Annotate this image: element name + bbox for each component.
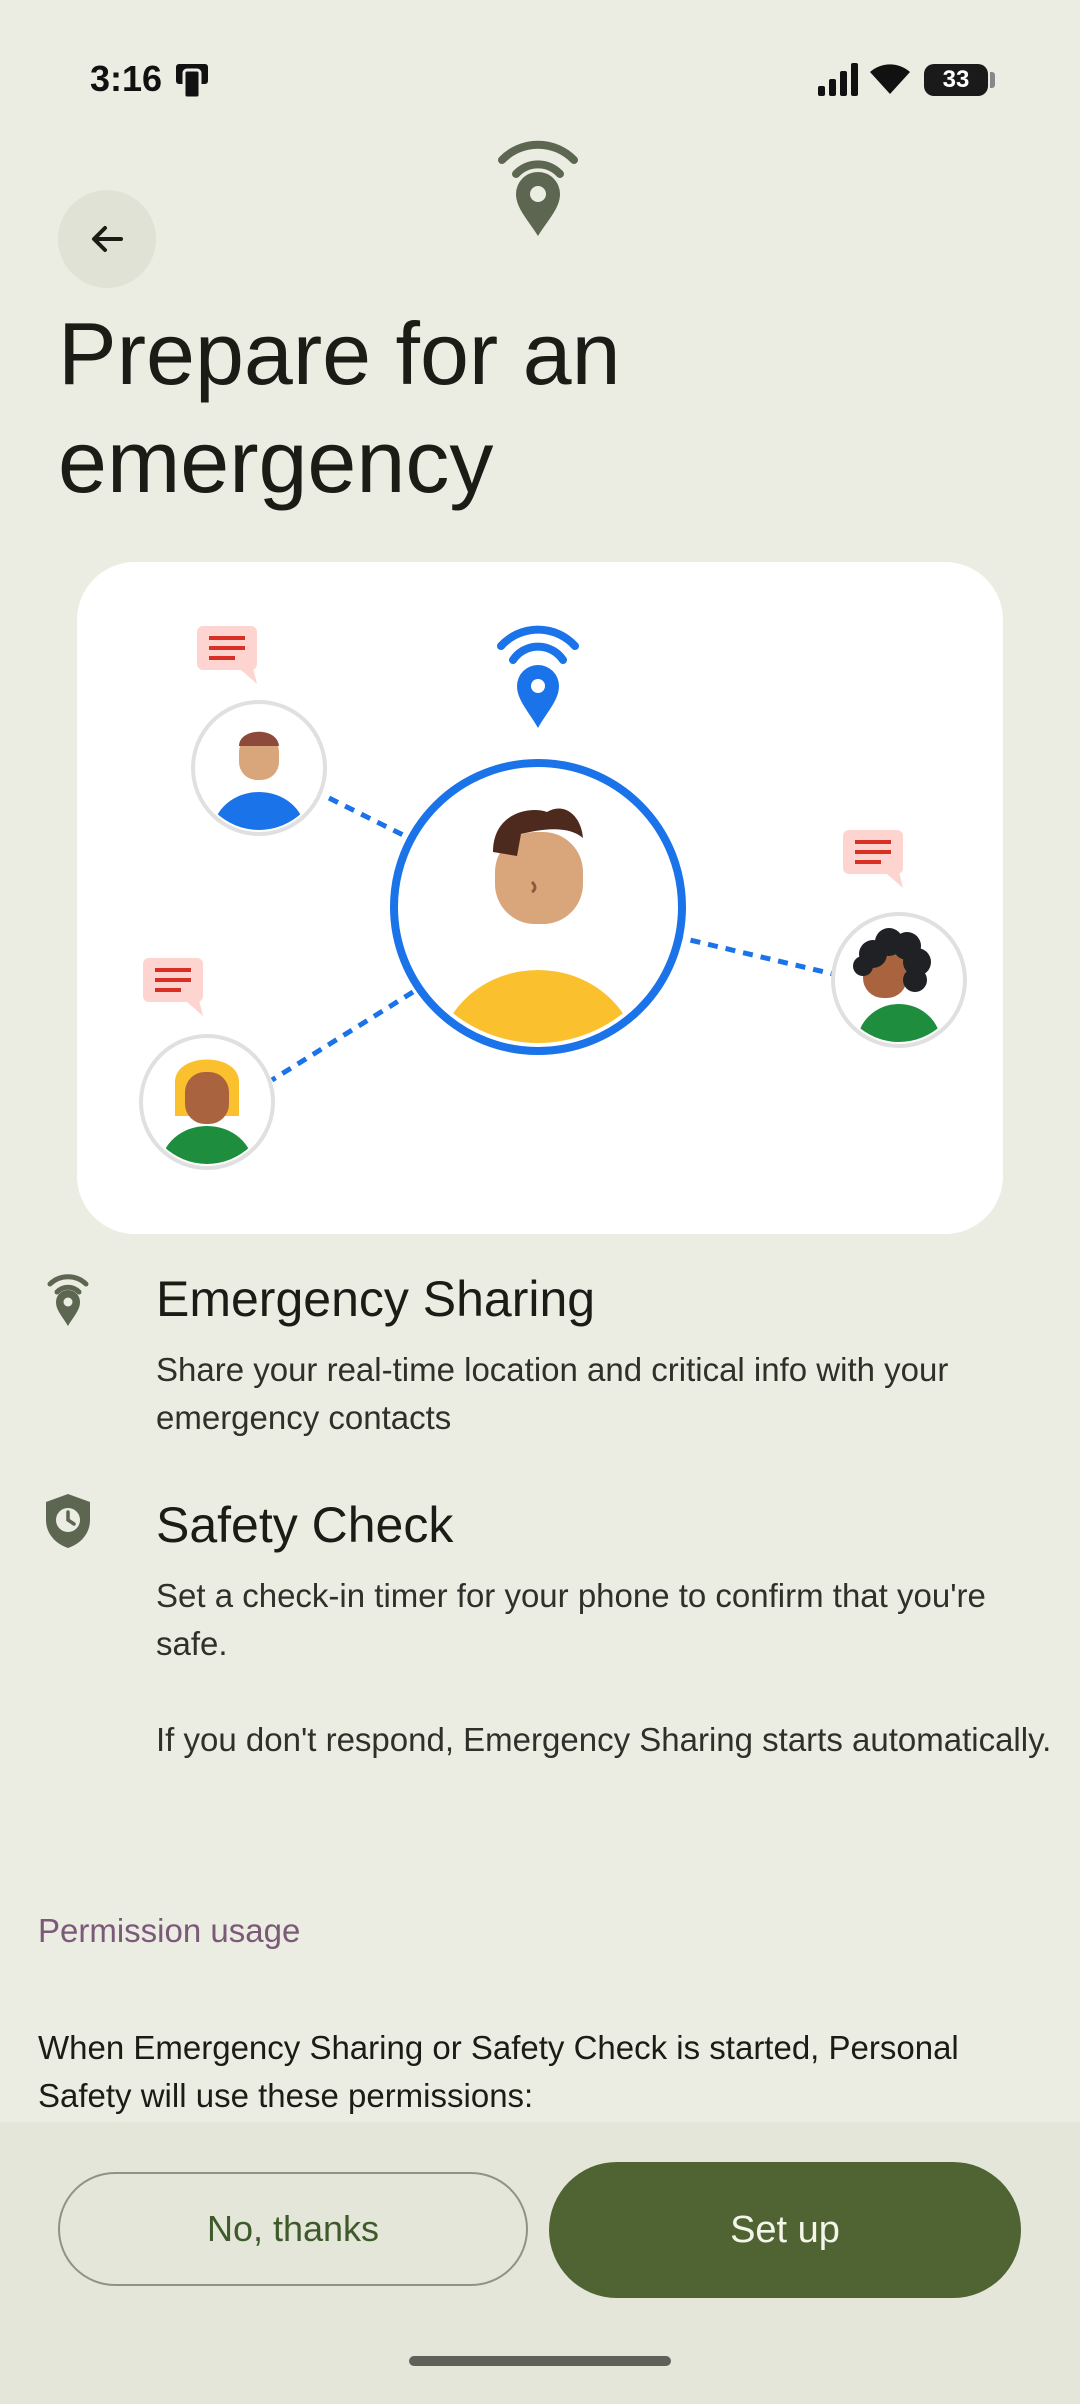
message-bubble-icon [197, 626, 257, 684]
arrow-back-icon [92, 226, 123, 252]
message-bubble-icon [843, 830, 903, 888]
permission-usage-text: When Emergency Sharing or Safety Check i… [38, 2029, 959, 2114]
location-broadcast-icon [498, 140, 578, 236]
main-user-avatar [390, 759, 686, 1055]
message-bubble-icon [143, 958, 203, 1016]
feature-description-secondary: If you don't respond, Emergency Sharing … [156, 1721, 1052, 1758]
home-indicator[interactable] [409, 2356, 671, 2366]
location-broadcast-icon [47, 1274, 89, 1326]
emergency-sharing-illustration [77, 562, 1003, 1234]
location-pin-icon [497, 625, 579, 728]
feature-description: Set a check-in timer for your phone to c… [156, 1577, 986, 1662]
contacts-network-graphic [139, 625, 967, 1170]
feature-title: Safety Check [156, 1497, 454, 1553]
contact-avatar [831, 912, 967, 1048]
no-thanks-button[interactable]: No, thanks [58, 2172, 528, 2286]
contact-avatar [139, 1034, 275, 1170]
cellular-signal-icon [818, 63, 858, 96]
feature-description: Share your real-time location and critic… [156, 1351, 949, 1436]
battery-tip [990, 72, 995, 88]
back-button[interactable] [58, 190, 156, 288]
device-notification-icon [176, 64, 208, 100]
page-title: Prepare for an emergency [58, 304, 621, 511]
contact-avatar [191, 700, 327, 836]
wifi-icon [870, 64, 910, 94]
battery-level: 33 [924, 64, 988, 96]
feature-title: Emergency Sharing [156, 1271, 596, 1327]
status-time: 3:16 [90, 58, 163, 99]
set-up-button[interactable]: Set up [549, 2162, 1021, 2298]
permission-usage-heading: Permission usage [38, 1912, 301, 1949]
shield-clock-icon [46, 1494, 90, 1548]
